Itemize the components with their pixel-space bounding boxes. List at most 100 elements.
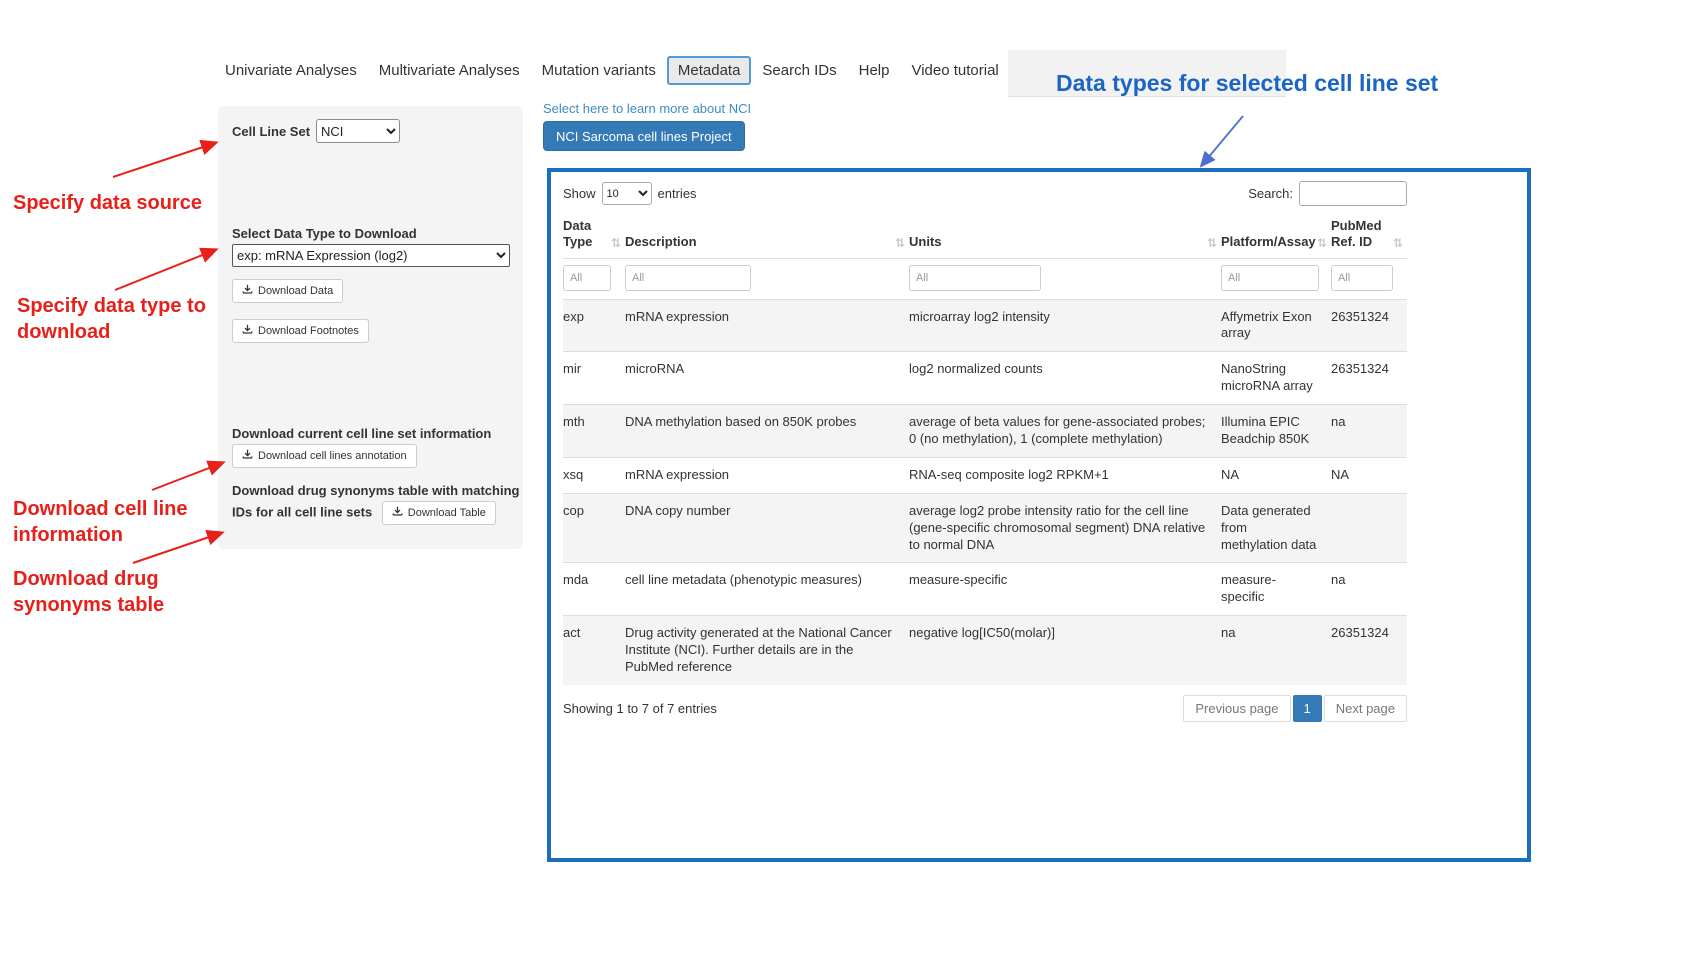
top-nav: Univariate Analyses Multivariate Analyse… xyxy=(214,56,1010,85)
filter-input-description[interactable] xyxy=(625,265,751,291)
table-summary: Showing 1 to 7 of 7 entries xyxy=(563,701,717,716)
nav-tab-video-tutorial[interactable]: Video tutorial xyxy=(900,56,1009,85)
sort-icon[interactable]: ⇅ xyxy=(895,236,905,251)
sort-icon[interactable]: ⇅ xyxy=(611,236,621,251)
blue-arrow xyxy=(1202,116,1243,165)
sort-icon[interactable]: ⇅ xyxy=(1393,236,1403,251)
cell-pubmed: na xyxy=(1331,563,1407,616)
table-row: mth DNA methylation based on 850K probes… xyxy=(563,405,1407,458)
table-row: act Drug activity generated at the Natio… xyxy=(563,616,1407,685)
cell-platform: NA xyxy=(1221,457,1331,493)
column-header-platform-assay[interactable]: Platform/Assay⇅ xyxy=(1221,214,1331,258)
pagination-next-button[interactable]: Next page xyxy=(1324,695,1407,722)
project-button[interactable]: NCI Sarcoma cell lines Project xyxy=(543,121,745,151)
cell-units: negative log[IC50(molar)] xyxy=(909,616,1221,685)
download-icon xyxy=(242,284,253,298)
column-header-description[interactable]: Description⇅ xyxy=(625,214,909,258)
column-header-units[interactable]: Units⇅ xyxy=(909,214,1221,258)
cell-pubmed: NA xyxy=(1331,457,1407,493)
sort-icon[interactable]: ⇅ xyxy=(1317,236,1327,251)
cell-data-type: act xyxy=(563,616,625,685)
red-arrow-1 xyxy=(113,143,215,177)
download-footnotes-button[interactable]: Download Footnotes xyxy=(232,319,369,343)
red-arrow-3 xyxy=(152,463,222,490)
cell-units: microarray log2 intensity xyxy=(909,299,1221,352)
pagination-current-page[interactable]: 1 xyxy=(1293,695,1322,722)
cell-data-type: cop xyxy=(563,493,625,563)
download-icon xyxy=(242,324,253,338)
cell-data-type: mda xyxy=(563,563,625,616)
download-table-button[interactable]: Download Table xyxy=(382,501,496,525)
download-icon xyxy=(242,449,253,463)
filter-input-platform[interactable] xyxy=(1221,265,1319,291)
column-header-data-type[interactable]: Data Type⇅ xyxy=(563,214,625,258)
cell-line-set-select[interactable]: NCI xyxy=(316,119,400,143)
show-entries-select[interactable]: 10 xyxy=(602,182,652,205)
drug-synonyms-heading: Download drug synonyms table with matchi… xyxy=(232,482,520,525)
column-header-pubmed-ref-id[interactable]: PubMed Ref. ID⇅ xyxy=(1331,214,1407,258)
cell-platform: Illumina EPIC Beadchip 850K xyxy=(1221,405,1331,458)
filter-input-data-type[interactable] xyxy=(563,265,611,291)
cell-pubmed: na xyxy=(1331,405,1407,458)
annotation-specify-data-source: Specify data source xyxy=(13,190,218,216)
data-types-table-box: Show 10 entries Search: Data Type⇅ Descr… xyxy=(547,168,1531,862)
cell-platform: measure-specific xyxy=(1221,563,1331,616)
cell-description: microRNA xyxy=(625,352,909,405)
filter-input-units[interactable] xyxy=(909,265,1041,291)
table-body: exp mRNA expression microarray log2 inte… xyxy=(563,299,1407,685)
show-label: Show xyxy=(563,186,596,201)
download-icon xyxy=(392,506,403,520)
download-data-button[interactable]: Download Data xyxy=(232,279,343,303)
cell-platform: na xyxy=(1221,616,1331,685)
cell-description: mRNA expression xyxy=(625,457,909,493)
cell-pubmed: 26351324 xyxy=(1331,352,1407,405)
data-type-select[interactable]: exp: mRNA Expression (log2) xyxy=(232,244,510,267)
table-row: xsq mRNA expression RNA-seq composite lo… xyxy=(563,457,1407,493)
download-data-label: Download Data xyxy=(258,285,333,297)
sort-icon[interactable]: ⇅ xyxy=(1207,236,1217,251)
cell-units: average of beta values for gene-associat… xyxy=(909,405,1221,458)
data-types-table: Data Type⇅ Description⇅ Units⇅ Platform/… xyxy=(563,214,1407,685)
cell-pubmed: 26351324 xyxy=(1331,616,1407,685)
nav-tab-help[interactable]: Help xyxy=(848,56,901,85)
nav-tab-univariate-analyses[interactable]: Univariate Analyses xyxy=(214,56,368,85)
pagination-previous-button[interactable]: Previous page xyxy=(1183,695,1290,722)
nav-tab-mutation-variants[interactable]: Mutation variants xyxy=(531,56,667,85)
learn-more-link[interactable]: Select here to learn more about NCI xyxy=(543,101,751,116)
download-annotation-label: Download cell lines annotation xyxy=(258,450,407,462)
data-type-label: Select Data Type to Download xyxy=(232,226,417,241)
cell-platform: Affymetrix Exon array xyxy=(1221,299,1331,352)
cell-units: RNA-seq composite log2 RPKM+1 xyxy=(909,457,1221,493)
annotation-data-types-heading: Data types for selected cell line set xyxy=(1056,70,1438,97)
annotation-download-cell-line-info: Download cell line information xyxy=(13,496,208,548)
nav-tab-search-ids[interactable]: Search IDs xyxy=(751,56,847,85)
table-row: exp mRNA expression microarray log2 inte… xyxy=(563,299,1407,352)
cell-description: DNA copy number xyxy=(625,493,909,563)
cell-line-info-heading: Download current cell line set informati… xyxy=(232,426,491,441)
cell-data-type: mth xyxy=(563,405,625,458)
cell-data-type: xsq xyxy=(563,457,625,493)
download-footnotes-label: Download Footnotes xyxy=(258,325,359,337)
cell-description: cell line metadata (phenotypic measures) xyxy=(625,563,909,616)
cell-data-type: exp xyxy=(563,299,625,352)
red-arrow-2 xyxy=(115,250,215,290)
pagination: Previous page 1 Next page xyxy=(1183,695,1407,722)
annotation-download-drug-synonyms: Download drug synonyms table xyxy=(13,566,193,618)
download-cell-lines-annotation-button[interactable]: Download cell lines annotation xyxy=(232,444,417,468)
cell-platform: NanoString microRNA array xyxy=(1221,352,1331,405)
cell-pubmed xyxy=(1331,493,1407,563)
cell-units: measure-specific xyxy=(909,563,1221,616)
cell-units: log2 normalized counts xyxy=(909,352,1221,405)
cell-pubmed: 26351324 xyxy=(1331,299,1407,352)
download-panel: Cell Line Set NCI Select Data Type to Do… xyxy=(218,106,523,549)
annotation-specify-data-type: Specify data type to download xyxy=(17,293,232,345)
entries-label: entries xyxy=(658,186,697,201)
cell-units: average log2 probe intensity ratio for t… xyxy=(909,493,1221,563)
cell-line-set-label: Cell Line Set xyxy=(232,124,310,139)
nav-tab-multivariate-analyses[interactable]: Multivariate Analyses xyxy=(368,56,531,85)
nav-tab-metadata[interactable]: Metadata xyxy=(667,56,752,85)
table-row: mda cell line metadata (phenotypic measu… xyxy=(563,563,1407,616)
filter-input-pubmed[interactable] xyxy=(1331,265,1393,291)
search-input[interactable] xyxy=(1299,181,1407,206)
cell-platform: Data generated from methylation data xyxy=(1221,493,1331,563)
